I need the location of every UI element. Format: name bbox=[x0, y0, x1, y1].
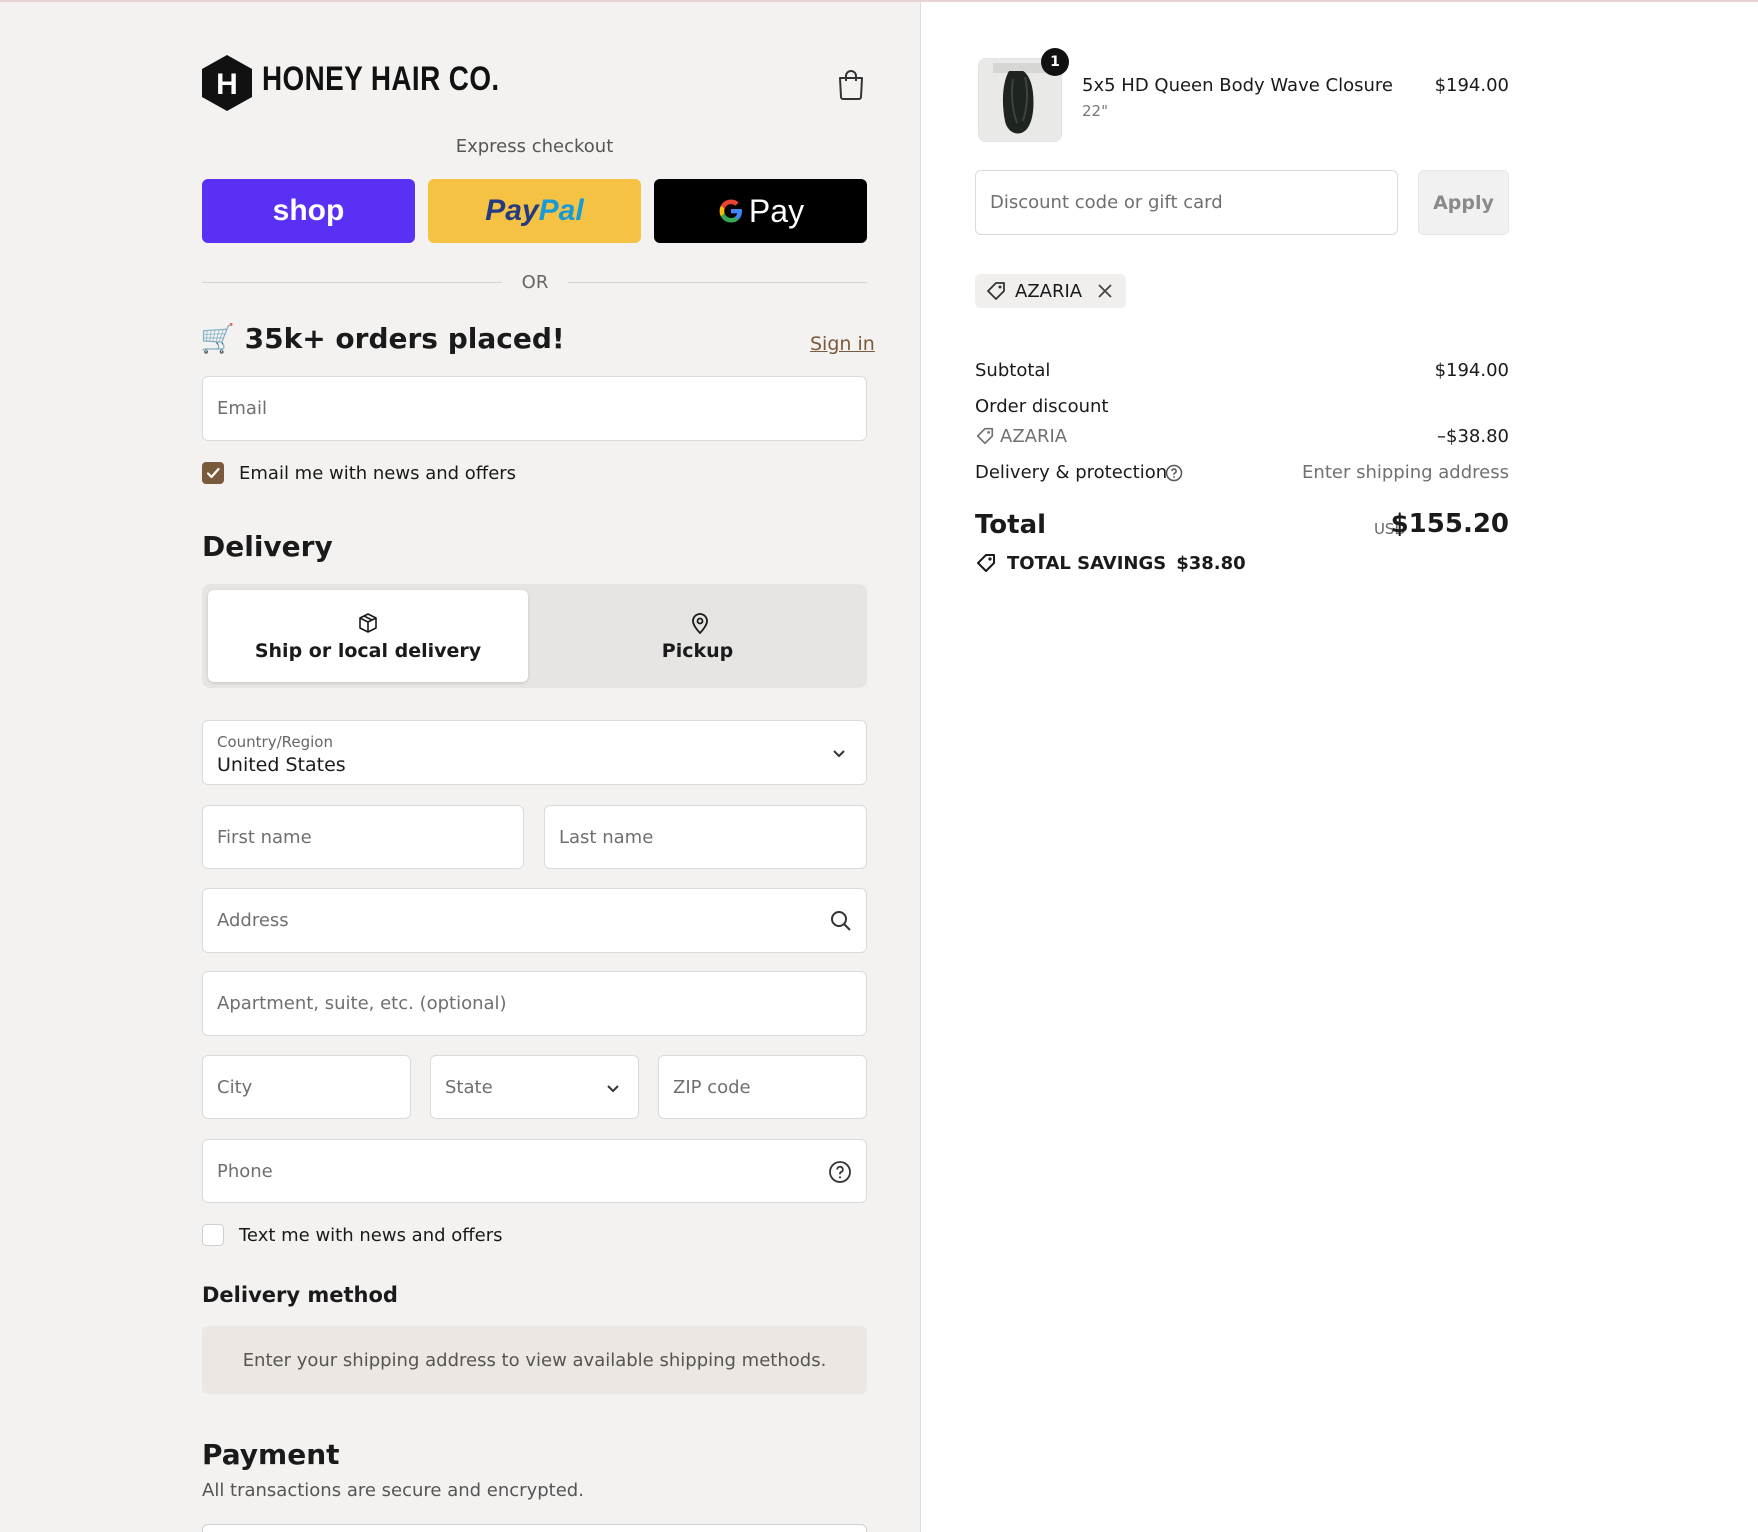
brand-hexagon-logo-icon: H bbox=[202, 55, 252, 111]
checkmark-icon bbox=[206, 467, 220, 479]
total-label: Total bbox=[975, 510, 1047, 540]
total-savings: TOTAL SAVINGS $38.80 bbox=[975, 552, 1246, 574]
tag-icon bbox=[976, 427, 994, 445]
address-input[interactable] bbox=[217, 889, 820, 952]
shop-pay-button[interactable]: shop bbox=[202, 179, 415, 243]
country-label: Country/Region bbox=[217, 733, 333, 751]
search-icon bbox=[831, 911, 851, 931]
savings-tag-icon bbox=[977, 554, 995, 572]
chevron-down-icon bbox=[607, 1085, 619, 1093]
remove-discount-close-icon[interactable] bbox=[1096, 282, 1114, 300]
tag-icon bbox=[987, 282, 1005, 300]
sign-in-link[interactable]: Sign in bbox=[810, 333, 875, 355]
delivery-protection-value: Enter shipping address bbox=[1302, 462, 1509, 483]
paypal-label-part2: Pal bbox=[538, 194, 584, 227]
phone-input[interactable] bbox=[217, 1140, 820, 1202]
subtotal-value: $194.00 bbox=[1434, 360, 1509, 381]
subtotal-label: Subtotal bbox=[975, 360, 1051, 381]
payment-subtitle: All transactions are secure and encrypte… bbox=[202, 1480, 584, 1501]
quantity-badge: 1 bbox=[1041, 48, 1069, 76]
email-input[interactable] bbox=[217, 377, 820, 440]
first-name-field[interactable] bbox=[202, 805, 524, 869]
last-name-input[interactable] bbox=[559, 806, 820, 868]
applied-discount-chip: AZARIA bbox=[975, 274, 1127, 308]
delivery-protection-label: Delivery & protection bbox=[975, 462, 1168, 483]
country-value: United States bbox=[217, 754, 346, 776]
paypal-button[interactable]: Pay Pal bbox=[428, 179, 641, 243]
apartment-input[interactable] bbox=[217, 972, 820, 1035]
product-price: $194.00 bbox=[1434, 75, 1509, 96]
box-icon bbox=[359, 613, 377, 633]
delivery-method-info: Enter your shipping address to view avai… bbox=[202, 1326, 867, 1394]
order-discount-value: –$38.80 bbox=[1437, 426, 1509, 447]
text-news-checkbox[interactable] bbox=[202, 1224, 224, 1246]
state-select[interactable]: State bbox=[430, 1055, 639, 1119]
city-field[interactable] bbox=[202, 1055, 411, 1119]
orders-placed-headline: 🛒 35k+ orders placed! bbox=[200, 322, 565, 355]
apply-button[interactable]: Apply bbox=[1418, 170, 1509, 235]
delivery-title: Delivery bbox=[202, 530, 333, 563]
google-pay-label: Pay bbox=[748, 192, 805, 229]
map-pin-icon bbox=[692, 613, 708, 635]
phone-field[interactable] bbox=[202, 1139, 867, 1203]
help-circle-icon[interactable] bbox=[1165, 464, 1183, 482]
address-field[interactable] bbox=[202, 888, 867, 953]
email-news-label: Email me with news and offers bbox=[239, 463, 517, 484]
brand-letter: H bbox=[216, 68, 238, 101]
tab-ship-label: Ship or local delivery bbox=[254, 640, 482, 662]
last-name-field[interactable] bbox=[544, 805, 867, 869]
savings-label: TOTAL SAVINGS bbox=[1007, 552, 1167, 574]
zip-field[interactable] bbox=[658, 1055, 867, 1119]
or-label: OR bbox=[502, 272, 568, 293]
order-discount-code: AZARIA bbox=[1000, 426, 1068, 447]
applied-discount-code: AZARIA bbox=[1015, 280, 1083, 302]
product-variant: 22" bbox=[1082, 102, 1108, 120]
express-checkout-label: Express checkout bbox=[455, 136, 614, 157]
apartment-field[interactable] bbox=[202, 971, 867, 1036]
paypal-label-part1: Pay bbox=[485, 194, 539, 227]
product-name: 5x5 HD Queen Body Wave Closure bbox=[1082, 75, 1393, 96]
tab-pickup-label: Pickup bbox=[661, 640, 734, 662]
discount-field[interactable] bbox=[975, 170, 1398, 235]
google-pay-button[interactable]: Pay bbox=[654, 179, 867, 243]
tab-pickup[interactable] bbox=[534, 590, 861, 682]
first-name-input[interactable] bbox=[217, 806, 477, 868]
tab-ship[interactable] bbox=[208, 590, 528, 682]
help-circle-icon[interactable] bbox=[828, 1160, 852, 1184]
state-placeholder: State bbox=[445, 1076, 493, 1098]
savings-value: $38.80 bbox=[1176, 552, 1246, 574]
payment-title: Payment bbox=[202, 1438, 340, 1471]
google-g-icon bbox=[719, 199, 742, 223]
text-news-label: Text me with news and offers bbox=[239, 1225, 503, 1246]
city-input[interactable] bbox=[217, 1056, 364, 1118]
total-value: $155.20 bbox=[1390, 509, 1509, 539]
order-discount-label: Order discount bbox=[975, 396, 1109, 417]
discount-input[interactable] bbox=[990, 171, 1351, 234]
zip-input[interactable] bbox=[673, 1056, 820, 1118]
payment-method-box[interactable] bbox=[202, 1524, 867, 1532]
email-field[interactable] bbox=[202, 376, 867, 441]
country-select[interactable]: Country/Region United States bbox=[202, 720, 867, 785]
delivery-method-title: Delivery method bbox=[202, 1283, 398, 1307]
shop-pay-label: shop bbox=[272, 194, 345, 227]
email-news-checkbox[interactable] bbox=[202, 462, 224, 484]
shopping-bag-icon[interactable] bbox=[836, 68, 866, 100]
brand-name: HONEY HAIR CO. bbox=[262, 60, 500, 98]
chevron-down-icon bbox=[833, 750, 845, 758]
